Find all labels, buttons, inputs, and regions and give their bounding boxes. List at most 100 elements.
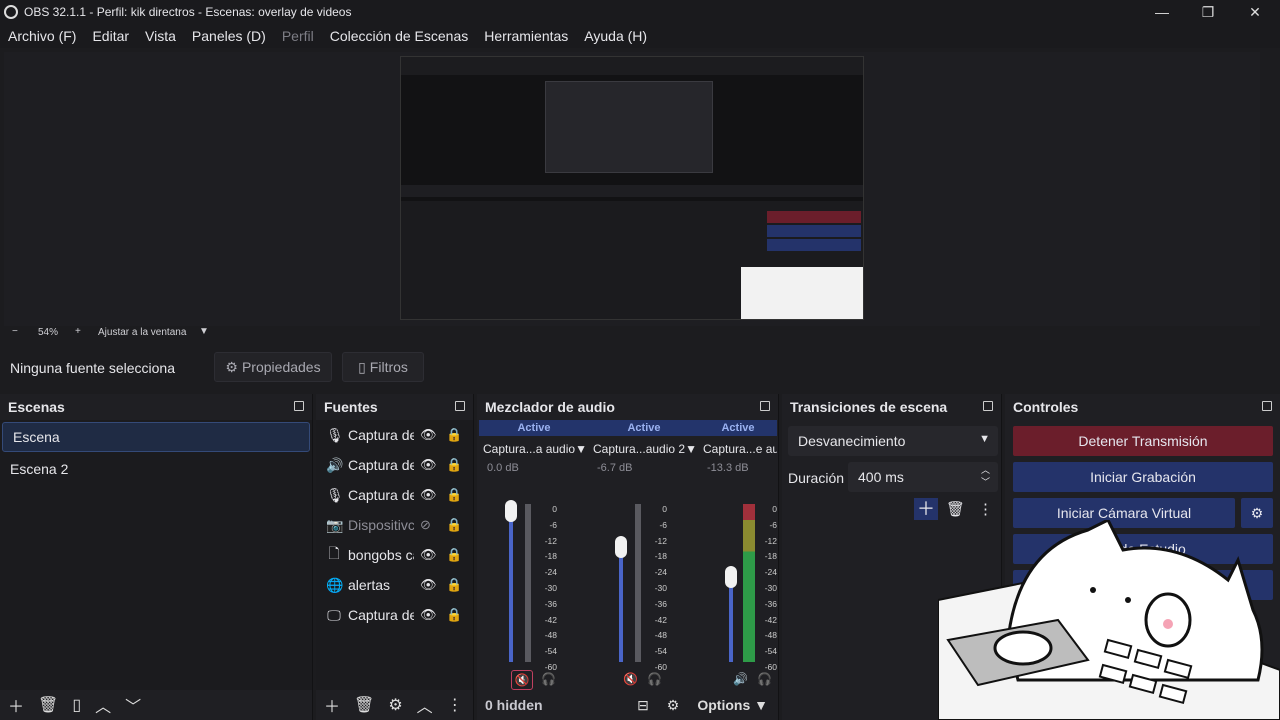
- source-item[interactable]: 🗋 bongobs ca 👁 🔒: [316, 540, 473, 570]
- volume-slider[interactable]: [725, 566, 737, 588]
- source-item[interactable]: 🎙 Captura de 👁 🔒: [316, 480, 473, 510]
- lock-icon[interactable]: 🔒: [446, 427, 462, 443]
- zoom-in-button[interactable]: +: [75, 326, 81, 337]
- headphones-icon[interactable]: 🎧: [541, 672, 556, 686]
- eye-icon[interactable]: 👁: [420, 547, 437, 563]
- lock-icon[interactable]: 🔒: [446, 487, 462, 503]
- eye-icon[interactable]: 👁: [420, 577, 437, 593]
- source-item[interactable]: 🔊 Captura de 👁 🔒: [316, 450, 473, 480]
- trash-icon[interactable]: 🗑: [946, 500, 965, 518]
- file-icon: 🗋: [328, 545, 340, 561]
- source-item[interactable]: 🌐 alertas 👁 🔒: [316, 570, 473, 600]
- source-item[interactable]: 🖵 Captura de 👁 🔒: [316, 600, 473, 630]
- float-icon[interactable]: [760, 401, 770, 411]
- chevron-down-icon[interactable]: ▼: [199, 326, 209, 337]
- menu-herramientas[interactable]: Herramientas: [476, 28, 576, 44]
- menu-editar[interactable]: Editar: [84, 28, 137, 44]
- eye-icon[interactable]: 👁: [420, 607, 437, 623]
- chevron-up-icon[interactable]: ︿: [417, 693, 433, 717]
- filters-label: Filtros: [369, 359, 408, 375]
- lock-icon[interactable]: 🔒: [446, 547, 462, 563]
- filter-icon[interactable]: ▯: [72, 695, 81, 715]
- mixer-title: Mezclador de audio: [485, 399, 615, 415]
- speaker-icon[interactable]: 🔊: [733, 672, 748, 686]
- meter-ticks: 0 -6 -12 -18 -24 -30 -36 -42 -48 -54 -60: [764, 504, 777, 672]
- maximize-button[interactable]: ❐: [1185, 0, 1231, 24]
- sources-header: Fuentes: [316, 394, 473, 420]
- volume-slider[interactable]: [615, 536, 627, 558]
- float-icon[interactable]: [455, 401, 465, 411]
- minimize-button[interactable]: —: [1139, 0, 1185, 24]
- headphones-icon[interactable]: 🎧: [757, 672, 772, 686]
- more-icon[interactable]: ⋮: [978, 500, 993, 518]
- mute-icon[interactable]: 🔇: [511, 670, 533, 690]
- bongo-cat-overlay: [938, 520, 1280, 720]
- scenes-header: Escenas: [0, 394, 312, 420]
- volume-db: 0.0 dB: [487, 462, 519, 474]
- layout-icon[interactable]: ⊟: [637, 697, 649, 714]
- menu-coleccion[interactable]: Colección de Escenas: [322, 28, 477, 44]
- properties-button[interactable]: ⚙ Propiedades: [214, 352, 332, 382]
- lock-icon[interactable]: 🔒: [446, 517, 462, 533]
- trash-icon[interactable]: 🗑: [354, 695, 374, 715]
- close-button[interactable]: ✕: [1232, 0, 1278, 24]
- add-icon[interactable]: ＋: [914, 498, 938, 520]
- lock-icon[interactable]: 🔒: [446, 607, 462, 623]
- controls-title: Controles: [1013, 399, 1079, 415]
- trash-icon[interactable]: 🗑: [38, 695, 58, 715]
- zoom-fit-select[interactable]: Ajustar a la ventana: [98, 327, 186, 338]
- lock-icon[interactable]: 🔒: [446, 457, 462, 473]
- duration-input[interactable]: 400 ms ︿ ﹀: [848, 462, 998, 492]
- lock-icon[interactable]: 🔒: [446, 577, 462, 593]
- volume-slider[interactable]: [505, 500, 517, 522]
- menu-perfil[interactable]: Perfil: [274, 28, 322, 44]
- scene-item[interactable]: Escena: [2, 422, 310, 452]
- zoom-out-button[interactable]: −: [12, 326, 18, 337]
- eye-icon[interactable]: 👁: [420, 487, 437, 503]
- float-icon[interactable]: [294, 401, 304, 411]
- eye-icon[interactable]: 👁: [420, 457, 437, 473]
- chevron-down-icon[interactable]: ﹀: [125, 693, 141, 717]
- scenes-title: Escenas: [8, 399, 65, 415]
- stop-streaming-button[interactable]: Detener Transmisión: [1013, 426, 1273, 456]
- menu-ayuda[interactable]: Ayuda (H): [576, 28, 655, 44]
- gear-icon: ⚙: [225, 358, 238, 375]
- eye-off-icon[interactable]: ⊘: [420, 517, 431, 533]
- eye-icon[interactable]: 👁: [420, 427, 437, 443]
- stepper-icon[interactable]: ︿ ﹀: [981, 464, 990, 488]
- menu-archivo[interactable]: Archivo (F): [0, 28, 84, 44]
- add-icon[interactable]: ＋: [8, 693, 24, 717]
- menu-vista[interactable]: Vista: [137, 28, 184, 44]
- settings-icon[interactable]: ⚙: [667, 697, 680, 714]
- active-badge: Active: [699, 420, 777, 436]
- meter-ticks: 0 -6 -12 -18 -24 -30 -36 -42 -48 -54 -60: [544, 504, 557, 672]
- scenes-footer: ＋ 🗑 ▯ ︿ ﹀: [0, 690, 312, 720]
- filter-icon: ▯: [358, 358, 366, 375]
- source-item[interactable]: 📷 Dispositivc ⊘ 🔒: [316, 510, 473, 540]
- speaker-icon: 🔊: [326, 456, 344, 473]
- globe-icon: 🌐: [326, 576, 344, 593]
- controls-header: Controles: [1005, 394, 1280, 420]
- add-icon[interactable]: ＋: [324, 693, 340, 717]
- gear-icon[interactable]: ⚙: [388, 695, 402, 715]
- float-icon[interactable]: [983, 401, 993, 411]
- source-item[interactable]: 🎙 Captura de 👁 🔒: [316, 420, 473, 450]
- scene-item[interactable]: Escena 2: [0, 454, 312, 484]
- window-title: OBS 32.1.1 - Perfil: kik directros - Esc…: [24, 5, 352, 19]
- volume-track[interactable]: [619, 540, 623, 662]
- float-icon[interactable]: [1262, 401, 1272, 411]
- level-meter: [743, 504, 755, 662]
- start-recording-button[interactable]: Iniciar Grabación: [1013, 462, 1273, 492]
- chevron-down-icon[interactable]: ▼: [685, 442, 697, 456]
- mute-icon[interactable]: 🔇: [623, 672, 638, 686]
- options-button[interactable]: Options ▼: [697, 697, 768, 713]
- transition-select[interactable]: Desvanecimiento ▼: [788, 426, 998, 456]
- transitions-title: Transiciones de escena: [790, 399, 948, 415]
- filters-button[interactable]: ▯ Filtros: [342, 352, 424, 382]
- chevron-down-icon[interactable]: ▼: [575, 442, 587, 456]
- headphones-icon[interactable]: 🎧: [647, 672, 662, 686]
- more-icon[interactable]: ⋮: [447, 695, 463, 715]
- volume-track[interactable]: [509, 504, 513, 662]
- chevron-up-icon[interactable]: ︿: [95, 693, 111, 717]
- menu-paneles[interactable]: Paneles (D): [184, 28, 274, 44]
